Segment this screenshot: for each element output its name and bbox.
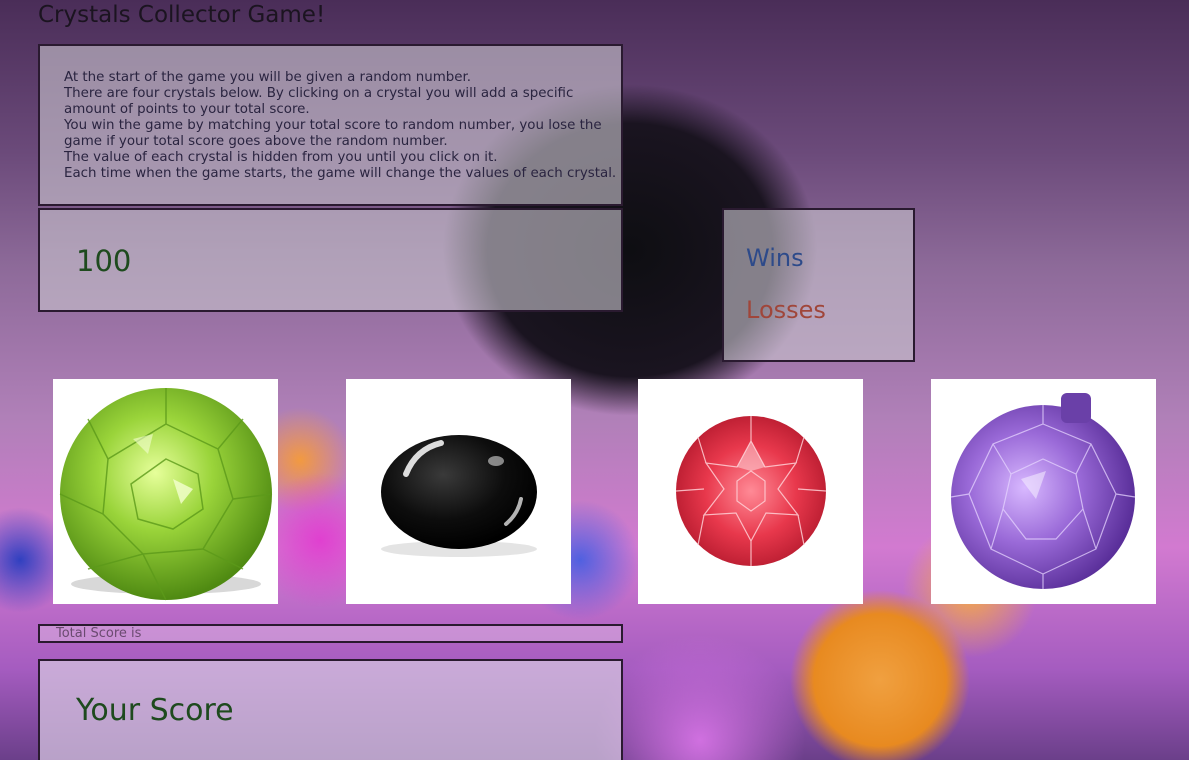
purple-gem-icon bbox=[950, 393, 1136, 589]
losses-label: Losses bbox=[746, 296, 826, 324]
wins-losses-panel: Wins Losses bbox=[722, 208, 915, 362]
black-gem-icon bbox=[381, 435, 537, 557]
purple-crystal-button[interactable] bbox=[931, 379, 1156, 604]
score-panel: Your Score bbox=[38, 659, 623, 760]
green-gem-icon bbox=[59, 388, 273, 601]
instruction-line: There are four crystals below. By clicki… bbox=[64, 86, 574, 101]
random-number: 100 bbox=[76, 244, 132, 278]
instruction-line: Each time when the game starts, the game… bbox=[64, 166, 617, 181]
total-score-label-bar: Total Score is bbox=[38, 624, 623, 643]
instruction-line: The value of each crystal is hidden from… bbox=[64, 150, 498, 165]
red-gem-icon bbox=[675, 416, 827, 566]
instruction-line: amount of points to your total score. bbox=[64, 102, 310, 117]
total-score-label: Total Score is bbox=[56, 626, 142, 641]
red-crystal-button[interactable] bbox=[638, 379, 863, 604]
green-crystal-button[interactable] bbox=[53, 379, 278, 604]
instructions-panel: At the start of the game you will be giv… bbox=[38, 44, 623, 206]
wins-label: Wins bbox=[746, 244, 804, 272]
instruction-line: You win the game by matching your total … bbox=[64, 118, 602, 133]
score-label: Your Score bbox=[76, 693, 234, 728]
instruction-line: game if your total score goes above the … bbox=[64, 134, 448, 149]
black-crystal-button[interactable] bbox=[346, 379, 571, 604]
page-title: Crystals Collector Game! bbox=[38, 2, 326, 28]
instruction-line: At the start of the game you will be giv… bbox=[64, 70, 472, 85]
random-number-panel: 100 bbox=[38, 208, 623, 312]
